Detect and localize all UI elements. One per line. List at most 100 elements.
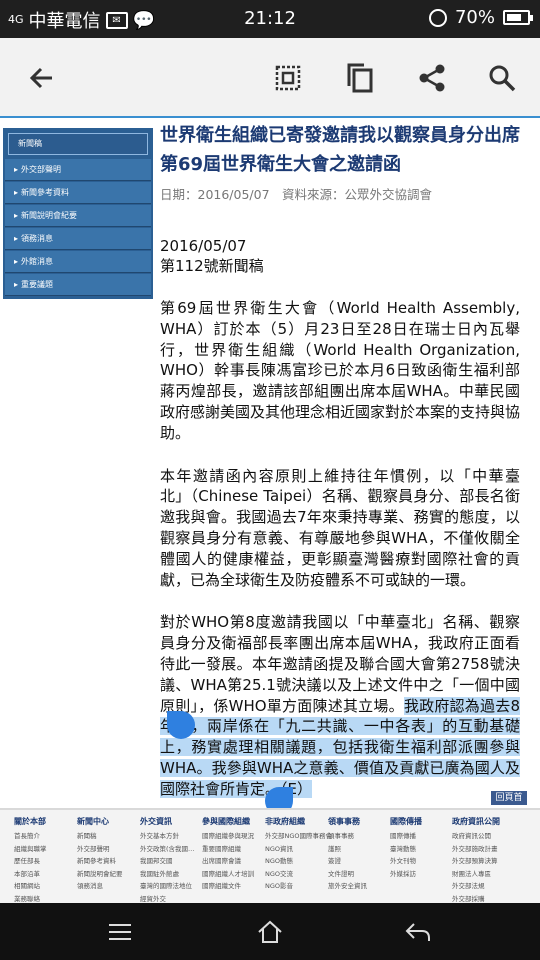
footer-link[interactable]: 外交部預算決算 [452, 855, 518, 868]
sidebar-item-consular[interactable]: ▸ 領務消息 [5, 228, 151, 250]
footer-link[interactable]: 領事事務 [328, 830, 394, 843]
sidebar-item-label: 領務消息 [21, 234, 54, 243]
selection-start-handle[interactable] [167, 711, 195, 739]
footer-link[interactable]: 歷任部長 [14, 855, 80, 868]
footer-link[interactable]: 臺灣動態 [390, 843, 456, 856]
footer-link[interactable]: 臺灣的國際法地位 [140, 880, 206, 893]
footer-link[interactable]: 我國駐外館處 [140, 868, 206, 881]
site-footer: 關於本部 首長簡介 組織與職掌 歷任部長 本部沿革 相關網站 業務聯絡 新聞中心… [0, 808, 540, 903]
back-arrow-icon [29, 67, 52, 89]
sidebar-menu: 新聞稿 ▸ 外交部聲明 ▸ 新聞參考資料 ▸ 新聞說明會紀要 ▸ 領務消息 ▸ 外館消息 … [3, 128, 153, 299]
article-paragraph-1: 第69屆世界衛生大會（World Health Assembly, WHA）訂於… [160, 299, 521, 442]
footer-link[interactable]: 國際組織文件 [202, 880, 268, 893]
footer-heading[interactable]: 外交資訊 [140, 816, 206, 827]
footer-link[interactable]: 簽證 [328, 855, 394, 868]
footer-link[interactable]: 外交政策(含我國… [140, 843, 206, 856]
share-button[interactable] [412, 58, 452, 98]
footer-link[interactable]: 外交部施政計畫 [452, 843, 518, 856]
menu-button[interactable] [100, 915, 140, 949]
footer-link[interactable]: NGO資訊 [265, 843, 331, 856]
footer-column: 國際傳播 國際傳播 臺灣動態 外文刊物 外媒採訪 [390, 816, 456, 880]
battery-percent: 70% [454, 7, 495, 28]
footer-link[interactable]: 相關網站 [14, 880, 80, 893]
arrow-icon: ▸ [14, 211, 19, 220]
search-button[interactable] [482, 58, 522, 98]
footer-link[interactable]: 新聞說明會紀要 [77, 868, 143, 881]
footer-link[interactable]: 本部沿革 [14, 868, 80, 881]
footer-link[interactable]: 文件證明 [328, 868, 394, 881]
footer-link[interactable]: 護照 [328, 843, 394, 856]
system-back-button[interactable] [398, 915, 438, 949]
article-meta: 日期：2016/05/07 資料來源：公眾外交協調會 [160, 187, 433, 202]
arrow-icon: ▸ [14, 280, 19, 289]
status-right: 70% [428, 7, 533, 28]
arrow-icon: ▸ [14, 234, 19, 243]
footer-heading[interactable]: 關於本部 [14, 816, 80, 827]
footer-column: 政府資訊公開 政府資訊公開 外交部施政計畫 外交部預算決算 財團法人專區 外交部… [452, 816, 518, 903]
footer-column: 新聞中心 新聞稿 外交部聲明 新聞參考資料 新聞說明會紀要 領務消息 [77, 816, 143, 893]
article: 世界衛生組織已寄發邀請我以觀察員身分出席第69屆世界衛生大會之邀請函 日期：20… [160, 118, 521, 800]
back-to-top-button[interactable]: 回頁首 [491, 791, 527, 805]
sidebar-item-briefing[interactable]: ▸ 新聞說明會紀要 [5, 205, 151, 227]
footer-column: 參與國際組織 國際組織參與現況 重要國際組織 出席國際會議 國際組織人才培訓 國… [202, 816, 268, 893]
sidebar-item-press-release[interactable]: 新聞稿 [8, 133, 148, 155]
select-all-icon [275, 65, 301, 91]
footer-link[interactable]: 重要國際組織 [202, 843, 268, 856]
footer-link[interactable]: 外交部法規 [452, 880, 518, 893]
footer-link[interactable]: 國際組織參與現況 [202, 830, 268, 843]
select-all-button[interactable] [268, 58, 308, 98]
footer-link[interactable]: 外交基本方針 [140, 830, 206, 843]
footer-link[interactable]: 政府資訊公開 [452, 830, 518, 843]
web-content: 新聞稿 ▸ 外交部聲明 ▸ 新聞參考資料 ▸ 新聞說明會紀要 ▸ 領務消息 ▸ 外館消息 … [0, 118, 540, 808]
footer-link[interactable]: 業務聯絡 [14, 893, 80, 904]
footer-link[interactable]: 新聞參考資料 [77, 855, 143, 868]
copy-icon [347, 63, 373, 93]
footer-heading[interactable]: 新聞中心 [77, 816, 143, 827]
footer-link[interactable]: 首長簡介 [14, 830, 80, 843]
footer-link[interactable]: 領務消息 [77, 880, 143, 893]
sidebar-item-label: 外交部聲明 [21, 165, 62, 174]
footer-link[interactable]: 國際組織人才培訓 [202, 868, 268, 881]
footer-link[interactable]: NGO交流 [265, 868, 331, 881]
footer-link[interactable]: 外交部NGO國際事務會 [265, 830, 331, 843]
footer-link[interactable]: 旅外安全資訊 [328, 880, 394, 893]
footer-link[interactable]: NGO影音 [265, 880, 331, 893]
back-icon [405, 923, 430, 941]
footer-link[interactable]: 外交部採購 [452, 893, 518, 904]
share-icon [419, 64, 445, 92]
footer-heading[interactable]: 參與國際組織 [202, 816, 268, 827]
footer-heading[interactable]: 非政府組織 [265, 816, 331, 827]
back-arrow-button[interactable] [22, 58, 62, 98]
article-paragraph-2: 本年邀請函內容原則上維持往年慣例，以「中華臺北」（Chinese Taipei）… [160, 466, 520, 589]
footer-link[interactable]: 出席國際會議 [202, 855, 268, 868]
selection-end-handle[interactable] [265, 787, 293, 808]
footer-heading[interactable]: 政府資訊公開 [452, 816, 518, 827]
article-paragraph-3: 對於WHO第8度邀請我國以「中華臺北」名稱、觀察員身分及衛福部長率團出席本屆WH… [160, 612, 521, 799]
footer-link[interactable]: 外文刊物 [390, 855, 456, 868]
sidebar-item-reference[interactable]: ▸ 新聞參考資料 [5, 182, 151, 204]
sidebar-item-statements[interactable]: ▸ 外交部聲明 [5, 159, 151, 181]
footer-link[interactable]: 外媒採訪 [390, 868, 456, 881]
sidebar-item-issues[interactable]: ▸ 重要議題 [5, 274, 151, 296]
menu-icon [109, 924, 131, 940]
footer-link[interactable]: 財團法人專區 [452, 868, 518, 881]
footer-link[interactable]: 我國邦交國 [140, 855, 206, 868]
footer-link[interactable]: 外交部聲明 [77, 843, 143, 856]
footer-column: 非政府組織 外交部NGO國際事務會 NGO資訊 NGO動態 NGO交流 NGO影… [265, 816, 331, 893]
footer-link[interactable]: 國際傳播 [390, 830, 456, 843]
sidebar-item-missions[interactable]: ▸ 外館消息 [5, 251, 151, 273]
footer-heading[interactable]: 領事事務 [328, 816, 394, 827]
footer-link[interactable]: 組織與職掌 [14, 843, 80, 856]
footer-link[interactable]: NGO動態 [265, 855, 331, 868]
home-button[interactable] [250, 915, 290, 949]
footer-heading[interactable]: 國際傳播 [390, 816, 456, 827]
footer-link[interactable]: 新聞稿 [77, 830, 143, 843]
alarm-icon [428, 8, 447, 27]
footer-column: 外交資訊 外交基本方針 外交政策(含我國… 我國邦交國 我國駐外館處 臺灣的國際… [140, 816, 206, 903]
copy-button[interactable] [340, 58, 380, 98]
status-bar: 4G 中華電信 ✉ 💬 21:12 70% [0, 0, 540, 38]
battery-icon [503, 10, 533, 25]
android-nav-bar [0, 903, 540, 960]
article-date: 2016/05/07 [160, 237, 247, 255]
footer-link[interactable]: 經貿外交 [140, 893, 206, 904]
